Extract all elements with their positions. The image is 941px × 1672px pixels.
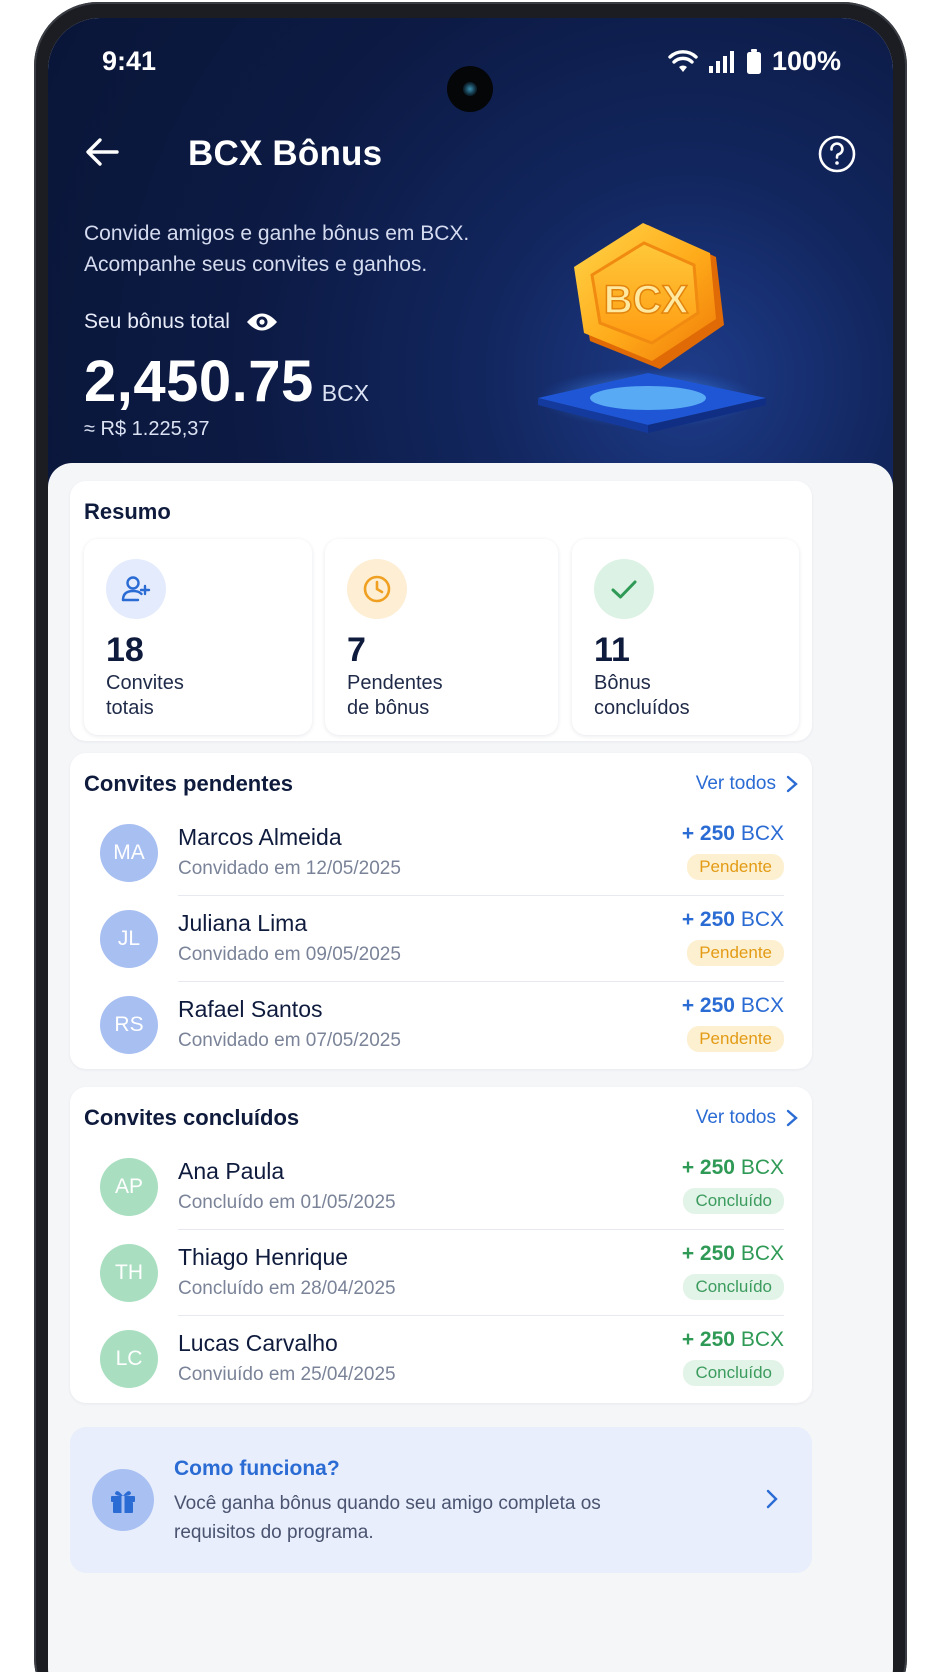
invite-row[interactable]: RS Rafael Santos Convidado em 07/05/2025 + … (70, 982, 812, 1068)
bonus-label: Seu bônus total (84, 310, 230, 333)
check-icon (611, 580, 637, 599)
wifi-icon (668, 49, 698, 72)
front-camera (447, 66, 493, 112)
status-time: 9:41 (102, 46, 157, 76)
status-bar: 9:41 100% (48, 44, 893, 112)
bonus-amount: + 250 BCX (681, 1328, 784, 1351)
stat-value: 18 (106, 631, 144, 669)
status-badge: Concluído (683, 1360, 784, 1386)
clock-icon (363, 575, 391, 603)
how-it-works-banner[interactable]: Como funciona? Você ganha bônus quando s… (70, 1427, 812, 1573)
invite-row[interactable]: TH Thiago Henrique Concluído em 28/04/2025… (70, 1230, 812, 1316)
bonus-total: 2,450.75 BCX (84, 348, 369, 415)
bcx-coin-illustration: BCX (538, 223, 766, 433)
avatar: TH (100, 1244, 158, 1302)
stat-value: 11 (594, 631, 630, 669)
completed-see-all-link[interactable]: Ver todos (696, 1107, 798, 1129)
status-badge: Concluído (683, 1188, 784, 1214)
invite-row[interactable]: LC Lucas Carvalho Conviuído em 25/04/2025 +… (70, 1316, 812, 1402)
invite-date: Convidado em 12/05/2025 (178, 858, 401, 879)
pending-title: Convites pendentes (84, 771, 294, 796)
stat-value: 7 (347, 631, 366, 669)
bonus-unit: BCX (321, 380, 370, 406)
status-badge: Pendente (687, 854, 784, 880)
gift-icon (111, 1491, 135, 1513)
bonus-amount: + 250 BCX (681, 822, 784, 845)
pending-see-all-link[interactable]: Ver todos (696, 773, 798, 795)
battery-icon (746, 48, 761, 74)
invite-date: Convidado em 09/05/2025 (178, 944, 401, 965)
completed-title: Convites concluídos (84, 1105, 300, 1130)
how-it-works-title: Como funciona? (174, 1457, 340, 1480)
bonus-amount: 2,450.75 (84, 349, 314, 414)
coin-text: BCX (604, 278, 689, 322)
battery-percent: 100% (771, 46, 841, 76)
signal-icon (708, 50, 734, 73)
status-badge: Pendente (687, 940, 784, 966)
invite-name: Marcos Almeida (178, 824, 342, 850)
stat-pending-bonus: 7 Pendentes de bônus (325, 539, 558, 735)
bonus-brl-value: ≈ R$ 1.225,37 (84, 418, 210, 440)
invite-name: Rafael Santos (178, 996, 323, 1022)
invite-row[interactable]: AP Ana Paula Concluído em 01/05/2025 + 250 … (70, 1144, 812, 1230)
user-plus-icon (121, 576, 151, 602)
back-arrow-icon[interactable] (84, 134, 120, 170)
invite-row[interactable]: MA Marcos Almeida Convidado em 12/05/2025 +… (70, 810, 812, 896)
invite-date: Concluído em 01/05/2025 (178, 1192, 396, 1213)
help-icon[interactable] (817, 134, 857, 174)
stat-label: Convites totais (106, 672, 184, 719)
stat-total-invites: 18 Convites totais (84, 539, 312, 735)
app-bar: BCX Bônus (84, 126, 857, 186)
content-area: Resumo 18 Convites totais 7 Pendentes de… (48, 463, 893, 1672)
intro-text: Convide amigos e ganhe bônus em BCX. Aco… (84, 222, 470, 276)
eye-icon[interactable] (246, 311, 278, 333)
hero-header: 9:41 100% BCX Bônus Convide amigos e gan… (48, 18, 893, 508)
stat-label: Bônus concluídos (594, 672, 690, 719)
bonus-amount: + 250 BCX (681, 1242, 784, 1265)
invite-name: Ana Paula (178, 1158, 285, 1184)
pending-invites-card: Convites pendentes Ver todos MA Marcos Al… (70, 753, 812, 1069)
summary-title: Resumo (84, 499, 171, 524)
avatar: MA (100, 824, 158, 882)
invite-date: Conviuído em 25/04/2025 (178, 1364, 396, 1385)
bonus-amount: + 250 BCX (681, 994, 784, 1017)
completed-invites-card: Convites concluídos Ver todos AP Ana Paul… (70, 1087, 812, 1403)
invite-date: Concluído em 28/04/2025 (178, 1278, 396, 1299)
chevron-right-icon (786, 775, 798, 793)
how-it-works-description: Você ganha bônus quando seu amigo comple… (174, 1493, 601, 1543)
summary-card: Resumo 18 Convites totais 7 Pendentes de… (70, 481, 812, 741)
chevron-right-icon (766, 1489, 778, 1509)
invite-date: Convidado em 07/05/2025 (178, 1030, 401, 1051)
app-screen: 9:41 100% BCX Bônus Convide amigos e gan… (48, 18, 893, 1672)
bonus-amount: + 250 BCX (681, 908, 784, 931)
stat-label: Pendentes de bônus (347, 672, 443, 719)
avatar: JL (100, 910, 158, 968)
page-title: BCX Bônus (188, 134, 383, 173)
chevron-right-icon (786, 1109, 798, 1127)
invite-name: Thiago Henrique (178, 1244, 349, 1270)
invite-name: Juliana Lima (178, 910, 308, 936)
invite-row[interactable]: JL Juliana Lima Convidado em 09/05/2025 + 2… (70, 896, 812, 982)
invite-name: Lucas Carvalho (178, 1330, 338, 1356)
status-badge: Concluído (683, 1274, 784, 1300)
avatar: RS (100, 996, 158, 1054)
avatar: AP (100, 1158, 158, 1216)
avatar: LC (100, 1330, 158, 1388)
stat-completed-bonus: 11 Bônus concluídos (572, 539, 799, 735)
bonus-amount: + 250 BCX (681, 1156, 784, 1179)
status-badge: Pendente (687, 1026, 784, 1052)
